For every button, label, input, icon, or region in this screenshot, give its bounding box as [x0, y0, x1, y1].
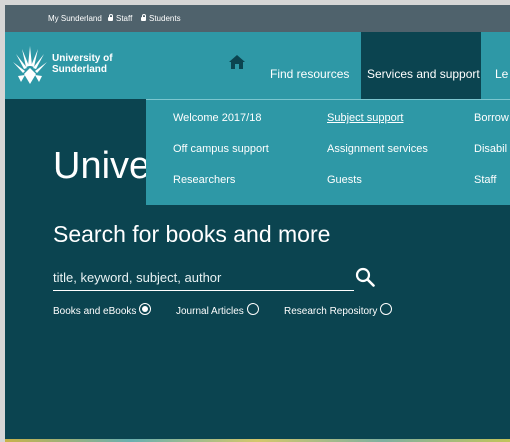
university-logo[interactable] — [12, 44, 48, 95]
lock-icon — [141, 14, 146, 21]
page: My Sunderland Staff Students University … — [5, 5, 510, 442]
option-repository-radio[interactable] — [380, 303, 392, 315]
menu-welcome[interactable]: Welcome 2017/18 — [173, 112, 261, 124]
logo-wordmark: University of Sunderland — [52, 53, 113, 75]
menu-subject-support[interactable]: Subject support — [327, 112, 403, 124]
my-sunderland-link[interactable]: My Sunderland — [48, 14, 102, 23]
staff-link[interactable]: Staff — [108, 14, 132, 23]
staff-link-label: Staff — [116, 14, 133, 23]
menu-assignment-services[interactable]: Assignment services — [327, 143, 428, 155]
nav-active-highlight — [361, 32, 481, 99]
option-journals-label: Journal Articles — [176, 306, 244, 317]
utility-bar: My Sunderland Staff Students — [5, 5, 510, 32]
logo-line2: Sunderland — [52, 64, 108, 75]
menu-staff[interactable]: Staff — [474, 174, 496, 186]
option-books-radio[interactable] — [139, 303, 151, 315]
search-heading: Search for books and more — [53, 221, 331, 247]
services-dropdown-menu: Welcome 2017/18 Off campus support Resea… — [146, 99, 510, 205]
option-books-label: Books and eBooks — [53, 306, 137, 317]
menu-guests[interactable]: Guests — [327, 174, 362, 186]
search-input[interactable] — [53, 264, 354, 291]
option-journals-radio[interactable] — [247, 303, 259, 315]
home-icon[interactable] — [229, 54, 245, 70]
logo-emblem-icon — [13, 46, 47, 84]
lock-icon — [108, 14, 113, 21]
page-title: Unive — [53, 145, 151, 187]
nav-services-and-support[interactable]: Services and support — [367, 67, 480, 81]
menu-off-campus-support[interactable]: Off campus support — [173, 143, 269, 155]
menu-researchers[interactable]: Researchers — [173, 174, 235, 186]
menu-disability[interactable]: Disabil — [474, 143, 507, 155]
search-icon[interactable] — [355, 267, 375, 287]
menu-borrow[interactable]: Borrow — [474, 112, 509, 124]
logo-line1: University of — [52, 53, 113, 64]
students-link[interactable]: Students — [141, 14, 181, 23]
nav-find-resources[interactable]: Find resources — [270, 67, 349, 81]
option-repository-label: Research Repository — [284, 306, 378, 317]
students-link-label: Students — [149, 14, 181, 23]
nav-next-item[interactable]: Le — [495, 67, 508, 81]
